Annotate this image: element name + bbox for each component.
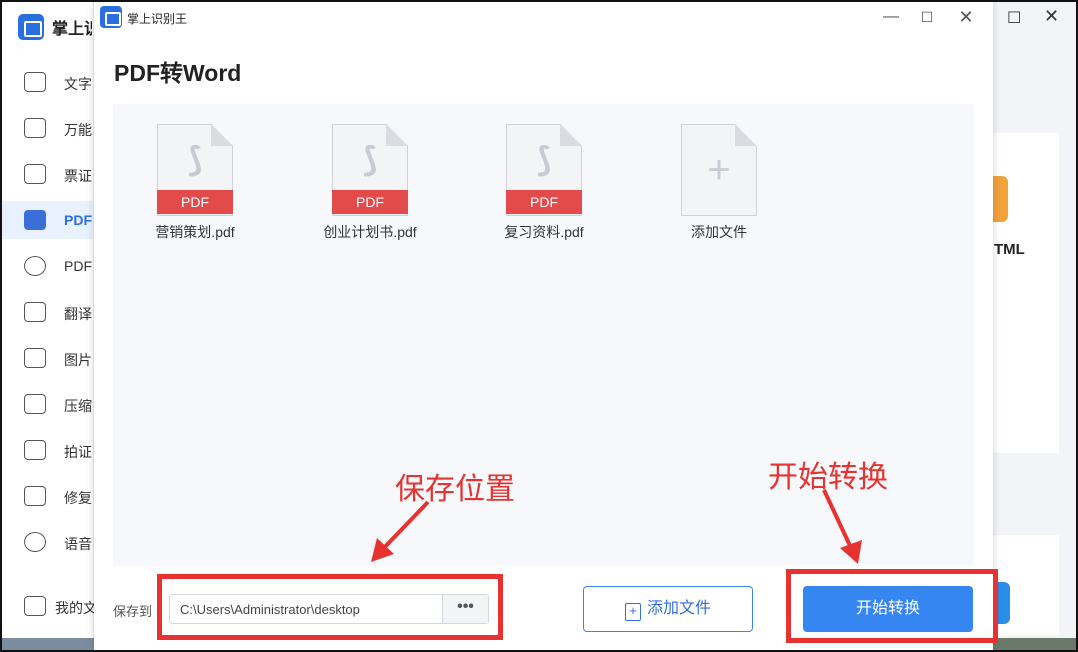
close-icon[interactable]: ✕	[1044, 6, 1059, 27]
maximize-icon[interactable]: ☐	[912, 5, 942, 29]
save-path-input[interactable]	[170, 595, 442, 623]
add-file-button[interactable]: + 添加文件	[583, 586, 753, 632]
file-item[interactable]: ⟆ PDF 复习资料.pdf	[482, 124, 602, 244]
save-path-field: •••	[169, 594, 489, 624]
add-file-tile[interactable]: + 添加文件	[657, 124, 777, 244]
sidebar-item-pdf[interactable]: PDF	[2, 201, 94, 239]
html-icon	[992, 176, 1008, 222]
sidebar-item-text[interactable]: 文字	[2, 63, 94, 101]
compress-icon	[24, 394, 46, 414]
pdf-icon	[24, 210, 46, 230]
clock-icon	[24, 256, 46, 276]
html-card-label: TML	[994, 241, 1025, 258]
acrobat-icon: ⟆	[536, 141, 552, 179]
file-item[interactable]: ⟆ PDF 创业计划书.pdf	[308, 124, 428, 244]
page-fold-icon	[386, 124, 408, 146]
app-logo-icon	[18, 14, 44, 40]
page-fold-icon	[560, 124, 582, 146]
add-file-tile-label: 添加文件	[691, 224, 747, 240]
translate-icon	[24, 302, 46, 322]
scan-icon	[24, 118, 46, 138]
sidebar-item-id-photo[interactable]: 拍证	[2, 431, 94, 469]
sidebar-item-pdf-tools[interactable]: PDF	[2, 247, 94, 285]
taskbar-strip	[2, 638, 94, 650]
page-fold-icon	[735, 124, 757, 146]
add-file-icon: +	[624, 603, 641, 621]
close-icon[interactable]: ✕	[951, 5, 981, 29]
file-list-area[interactable]: ⟆ PDF 营销策划.pdf ⟆ PDF 创业计划书.pdf ⟆ PDF 复习资…	[113, 104, 974, 566]
sidebar-item-repair[interactable]: 修复	[2, 477, 94, 515]
browse-folder-button[interactable]: •••	[442, 595, 488, 623]
sidebar-item-universal[interactable]: 万能	[2, 109, 94, 147]
minimize-icon[interactable]: —	[876, 5, 906, 29]
sidebar-item-image[interactable]: 图片	[2, 339, 94, 377]
add-file-button-label: 添加文件	[646, 600, 711, 617]
acrobat-icon: ⟆	[362, 141, 378, 179]
file-name: 创业计划书.pdf	[323, 224, 417, 240]
sidebar-item-translate[interactable]: 翻译	[2, 293, 94, 331]
maximize-icon[interactable]: ☐	[1007, 8, 1021, 28]
plus-icon: +	[707, 148, 731, 192]
sidebar-item-ticket[interactable]: 票证	[2, 155, 94, 193]
acrobat-icon: ⟆	[187, 141, 203, 179]
dialog-titlebar: 掌上识别王 — ☐ ✕	[94, 2, 993, 32]
repair-icon	[24, 486, 46, 506]
file-name: 营销策划.pdf	[155, 224, 235, 240]
dialog-app-title: 掌上识别王	[127, 12, 188, 26]
ticket-icon	[24, 164, 46, 184]
voice-icon	[24, 532, 46, 552]
file-list-icon	[24, 596, 46, 616]
text-icon	[24, 72, 46, 92]
page-title: PDF转Word	[114, 60, 242, 86]
save-to-label: 保存到	[113, 604, 153, 619]
file-item[interactable]: ⟆ PDF 营销策划.pdf	[133, 124, 253, 244]
annotation-start-convert: 开始转换	[768, 461, 888, 494]
document-icon	[994, 582, 1010, 624]
image-icon	[24, 348, 46, 368]
pdf-badge: PDF	[157, 190, 233, 214]
file-name: 复习资料.pdf	[504, 224, 584, 240]
sidebar-item-voice[interactable]: 语音	[2, 523, 94, 561]
annotation-save-location: 保存位置	[395, 473, 515, 506]
page-fold-icon	[211, 124, 233, 146]
sidebar-item-compress[interactable]: 压缩	[2, 385, 94, 423]
sidebar-item-my-files[interactable]: 我的文	[2, 587, 94, 625]
start-convert-button[interactable]: 开始转换	[803, 586, 973, 632]
pdf-badge: PDF	[332, 190, 408, 214]
id-photo-icon	[24, 440, 46, 460]
pdf-to-word-dialog: 掌上识别王 — ☐ ✕ PDF转Word ⟆ PDF 营销策划.pdf ⟆ PD…	[94, 2, 993, 650]
taskbar-strip	[993, 638, 1076, 650]
pdf-badge: PDF	[506, 190, 582, 214]
background-app-title: 掌上识别王	[52, 21, 92, 38]
app-logo-icon	[100, 6, 122, 28]
